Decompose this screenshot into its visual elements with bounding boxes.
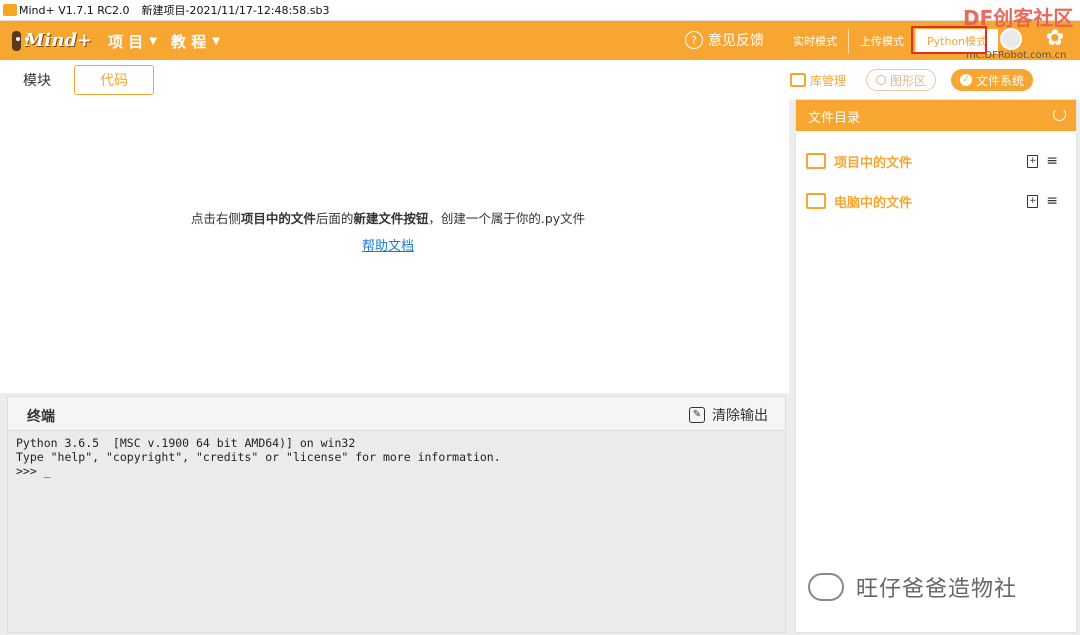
chevron-down-icon: ▼ xyxy=(149,36,157,47)
library-manager-label: 库管理 xyxy=(810,73,847,88)
tab-code[interactable]: 代码 xyxy=(74,65,154,95)
file-directory-title: 文件目录 xyxy=(808,111,861,126)
terminal-output[interactable]: Python 3.6.5 [MSC v.1900 64 bit AMD64)] … xyxy=(8,431,785,483)
terminal-panel: 终端 ✎ 清除输出 Python 3.6.5 [MSC v.1900 64 bi… xyxy=(7,396,786,633)
new-file-icon[interactable]: + xyxy=(1027,154,1039,168)
mode-realtime[interactable]: 实时模式 xyxy=(782,29,849,54)
graphics-area-button[interactable]: 图形区 xyxy=(866,69,936,91)
mind-plus-logo: Mind+ xyxy=(12,27,92,54)
hint-text-1: 点击右侧 xyxy=(190,211,241,226)
gear-icon[interactable]: ✿ xyxy=(1043,27,1067,51)
broom-icon: ✎ xyxy=(689,407,705,423)
refresh-icon[interactable] xyxy=(1053,108,1066,121)
wechat-icon xyxy=(808,573,844,601)
monitor-icon xyxy=(806,193,826,209)
new-file-icon[interactable]: + xyxy=(1027,194,1039,208)
avatar[interactable] xyxy=(1000,28,1022,50)
wechat-watermark-text: 旺仔爸爸造物社 xyxy=(856,577,1018,602)
logo-text: Mind+ xyxy=(24,30,92,51)
menu-icon[interactable]: ≡ xyxy=(1046,193,1058,209)
hint-bold-1: 项目中的文件 xyxy=(240,211,316,226)
mind-plus-window: Mind+ V1.7.1 RC2.0 新建项目-2021/11/17-12:48… xyxy=(0,0,1080,635)
robot-icon xyxy=(12,30,22,51)
check-icon: ✓ xyxy=(959,74,972,86)
computer-files-label: 电脑中的文件 xyxy=(834,195,913,211)
menu-tutorial[interactable]: 教 程 ▼ xyxy=(171,31,220,52)
graphics-area-label: 图形区 xyxy=(889,73,926,88)
terminal-title: 终端 xyxy=(27,409,55,425)
library-manager-button[interactable]: 库管理 xyxy=(790,69,846,91)
hint-text-3: ，创建一个属于你的.py文件 xyxy=(428,211,586,226)
terminal-line: >>> _ xyxy=(16,464,51,478)
menu-icon[interactable]: ≡ xyxy=(1046,153,1058,169)
feedback-label: 意见反馈 xyxy=(708,33,764,49)
app-version: Mind+ V1.7.1 RC2.0 xyxy=(19,3,130,17)
file-directory-header: 文件目录 xyxy=(796,100,1076,131)
file-directory-panel: 文件目录 项目中的文件 + ≡ 电脑中的文件 + ≡ xyxy=(795,99,1077,633)
help-docs-link[interactable]: 帮助文档 xyxy=(0,235,776,254)
terminal-line: Python 3.6.5 [MSC v.1900 64 bit AMD64)] … xyxy=(16,436,356,450)
folder-list-icon xyxy=(806,153,826,169)
hint-text-2: 后面的 xyxy=(315,211,354,226)
file-system-button[interactable]: ✓ 文件系统 xyxy=(951,69,1033,91)
project-files-row[interactable]: 项目中的文件 + ≡ xyxy=(806,150,1058,172)
computer-files-actions: + ≡ xyxy=(1027,193,1058,209)
feedback-button[interactable]: ? 意见反馈 xyxy=(685,30,764,50)
project-files-actions: + ≡ xyxy=(1027,153,1058,169)
question-icon: ? xyxy=(685,31,703,49)
file-system-label: 文件系统 xyxy=(975,73,1024,88)
python-mode-highlight-box xyxy=(911,26,987,54)
project-files-label: 项目中的文件 xyxy=(834,155,913,171)
file-name: 新建项目-2021/11/17-12:48:58.sb3 xyxy=(141,4,330,17)
library-icon xyxy=(790,73,806,87)
sub-toolbar: 模块 代码 库管理 图形区 ✓ 文件系统 xyxy=(0,60,1080,100)
code-editor-area[interactable]: 点击右侧项目中的文件后面的新建文件按钮，创建一个属于你的.py文件 帮助文档 xyxy=(0,100,789,393)
graphics-icon xyxy=(875,75,886,85)
tab-blocks[interactable]: 模块 xyxy=(0,65,74,95)
clear-output-label: 清除输出 xyxy=(712,408,768,424)
computer-files-row[interactable]: 电脑中的文件 + ≡ xyxy=(806,190,1058,212)
wechat-watermark: 旺仔爸爸造物社 xyxy=(808,571,1017,603)
clear-output-button[interactable]: ✎ 清除输出 xyxy=(689,405,768,425)
title-bar: Mind+ V1.7.1 RC2.0 新建项目-2021/11/17-12:48… xyxy=(0,0,1080,21)
menu-project[interactable]: 项 目 ▼ xyxy=(108,31,157,52)
terminal-line: Type "help", "copyright", "credits" or "… xyxy=(16,450,501,464)
hint-bold-2: 新建文件按钮 xyxy=(353,211,429,226)
menu-project-label: 项 目 xyxy=(108,33,144,51)
mode-upload[interactable]: 上传模式 xyxy=(849,29,916,54)
editor-hint: 点击右侧项目中的文件后面的新建文件按钮，创建一个属于你的.py文件 xyxy=(0,208,776,227)
app-icon xyxy=(3,4,17,16)
menu-tutorial-label: 教 程 xyxy=(171,33,207,51)
terminal-header: 终端 ✎ 清除输出 xyxy=(8,397,785,431)
chevron-down-icon: ▼ xyxy=(212,36,220,47)
